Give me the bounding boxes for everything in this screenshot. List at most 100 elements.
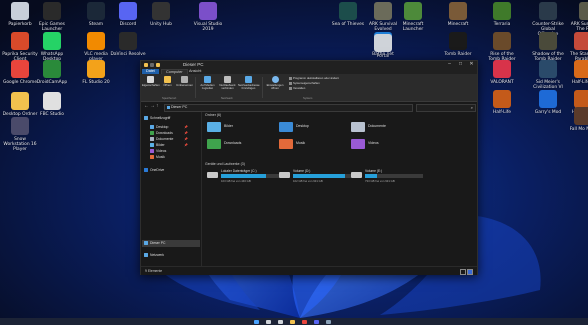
navigation-pane-scrollbar[interactable] [201, 112, 202, 266]
app-icon [43, 32, 61, 50]
desktop-icon[interactable]: Minecraft Launcher [395, 2, 431, 32]
system-properties-item[interactable]: Systemeigenschaften [289, 81, 320, 85]
steam-icon[interactable] [326, 319, 331, 324]
address-bar[interactable]: Dieser PC [164, 103, 413, 112]
desktop-icon[interactable]: Steam [78, 2, 114, 27]
address-path: Dieser PC [171, 105, 188, 110]
desktop-icon[interactable]: Snow Workstation 16 Player [2, 117, 38, 152]
map-network-drive-button[interactable]: Netzlaufwerk verbinden [218, 76, 237, 90]
app-icon [493, 60, 511, 78]
manage-item[interactable]: Verwalten [289, 86, 305, 90]
app-icon [87, 2, 105, 20]
desktop-icon[interactable]: The Stanley Parable [565, 32, 588, 62]
properties-button[interactable]: Eigenschaften [142, 76, 160, 87]
discord-icon[interactable] [314, 319, 319, 324]
start-icon[interactable] [254, 319, 259, 324]
desktop-icon[interactable]: VLC media player [78, 32, 114, 62]
add-network-location-button[interactable]: Netzwerkadresse hinzufügen [238, 76, 260, 90]
app-icon [199, 2, 217, 20]
desktop-icon[interactable]: VALORANT [484, 60, 520, 85]
tab-file[interactable]: Datei [142, 68, 159, 74]
up-arrow-icon[interactable]: ↑ [156, 104, 159, 109]
nav-item[interactable]: Musik [150, 154, 165, 160]
explorer-icon[interactable] [290, 319, 295, 324]
rename-button[interactable]: Umbenennen [176, 76, 193, 87]
drive-item[interactable]: Volume (D:) 102 GB frei von 931 GB [279, 169, 354, 185]
desktop-icon[interactable]: Shadow of the Tomb Raider [530, 32, 566, 62]
desktop-icon[interactable]: DroidCamApp [34, 60, 70, 85]
taskbar [0, 318, 588, 325]
search-input[interactable]: ⌕ [416, 103, 476, 112]
forward-arrow-icon[interactable]: → [150, 104, 155, 109]
open-settings-button[interactable]: Einstellungen öffnen [265, 76, 285, 90]
folder-item[interactable]: Musik [279, 137, 349, 151]
desktop-icon[interactable]: Portal [365, 34, 401, 59]
access-media-button[interactable]: Auf Medien zugreifen [198, 76, 217, 90]
folder-item[interactable]: Desktop [279, 120, 349, 134]
desktop-icon[interactable]: FBC Studio [34, 92, 70, 117]
taskview-icon[interactable] [278, 319, 283, 324]
nav-item-icon [150, 149, 154, 153]
drive-item[interactable]: Volume (E:) 733 GB frei von 931 GB [351, 169, 426, 185]
title-bar[interactable]: Dieser PC – □ ✕ [141, 61, 477, 68]
chrome-icon[interactable] [302, 319, 307, 324]
drive-item[interactable]: Lokaler Datenträger (C:) 103 GB frei von … [207, 169, 282, 185]
nav-item[interactable]: Schnellzugriff [144, 115, 170, 121]
app-icon [539, 32, 557, 50]
desktop-icon[interactable]: WhatsApp Desktop [34, 32, 70, 62]
desktop-icon[interactable]: Fall Mo Nuts [565, 107, 588, 132]
back-arrow-icon[interactable]: ← [144, 104, 149, 109]
desktop-icon-label: Portal [376, 54, 390, 59]
desktop-icon-label: Sid Meier's Civilization VI [533, 80, 563, 90]
nav-item[interactable]: OneDrive [144, 167, 164, 173]
maximize-button[interactable]: □ [455, 61, 466, 68]
open-button[interactable]: Öffnen [159, 76, 176, 87]
desktop-icon[interactable]: Sea of Thieves [330, 2, 366, 27]
desktop-icon[interactable]: FL Studio 20 [78, 60, 114, 85]
nav-item[interactable]: Dieser PC [144, 240, 165, 246]
close-button[interactable]: ✕ [466, 61, 477, 68]
desktop-icon[interactable]: Discord [110, 2, 146, 27]
folder-item[interactable]: Videos [351, 137, 421, 151]
folder-item[interactable]: Dokumente [351, 120, 421, 134]
desktop-icon[interactable]: Garry's Mod [530, 90, 566, 115]
tab-view[interactable]: Ansicht [185, 69, 205, 74]
desktop-icon[interactable]: Unity Hub [143, 2, 179, 27]
settings-gear-icon [271, 76, 279, 83]
desktop-icon[interactable]: ARK Survival Of The Fittest [570, 2, 588, 32]
properties-quick-icon[interactable] [150, 62, 154, 67]
nav-item-icon [144, 241, 148, 245]
details-view-icon[interactable] [460, 269, 466, 275]
desktop-icon[interactable]: Paprika Security Client [2, 32, 38, 62]
desktop-icon[interactable]: Desktop Ordner [2, 92, 38, 117]
app-icon [539, 2, 557, 20]
desktop-icon[interactable]: Rise of the Tomb Raider [484, 32, 520, 62]
app-icon [87, 32, 105, 50]
desktop-icon[interactable]: Half-Life [484, 90, 520, 115]
section-title-drives: Geräte und Laufwerke (3) [205, 162, 245, 166]
folder-item[interactable]: Bilder [207, 120, 277, 134]
manage-label: Verwalten [293, 86, 306, 90]
desktop-icon[interactable]: DaVinci Resolve [110, 32, 146, 57]
folder-label: Bilder [224, 124, 233, 128]
desktop-icon[interactable]: Google Chrome [2, 60, 38, 85]
nav-item[interactable]: Netzwerk [144, 252, 164, 258]
desktop-icon[interactable]: Visual Studio 2019 [190, 2, 226, 32]
desktop-icon[interactable]: Sid Meier's Civilization VI [530, 60, 566, 90]
desktop-icon[interactable]: Half-Life 2 [565, 60, 588, 85]
file-explorer-window[interactable]: Dieser PC – □ ✕ Datei Computer Ansicht E… [140, 60, 478, 275]
desktop-icon[interactable]: Tomb Raider [440, 32, 476, 57]
tiles-view-icon[interactable] [467, 269, 473, 275]
network-location-icon [245, 76, 252, 83]
search-icon[interactable] [266, 319, 271, 324]
desktop-icon[interactable]: Terraria [484, 2, 520, 27]
desktop-icon[interactable]: Minecraft [440, 2, 476, 27]
folder-label: Downloads [224, 141, 242, 145]
uninstall-program-item[interactable]: Programm deinstallieren oder ändern [289, 76, 339, 80]
minimize-button[interactable]: – [444, 61, 455, 68]
uninstall-icon [289, 76, 292, 80]
desktop-icon[interactable]: Epic Games Launcher [34, 2, 70, 32]
desktop-icon[interactable]: Papierkorb [2, 2, 38, 27]
new-folder-quick-icon[interactable] [156, 62, 160, 67]
folder-item[interactable]: Downloads [207, 137, 277, 151]
